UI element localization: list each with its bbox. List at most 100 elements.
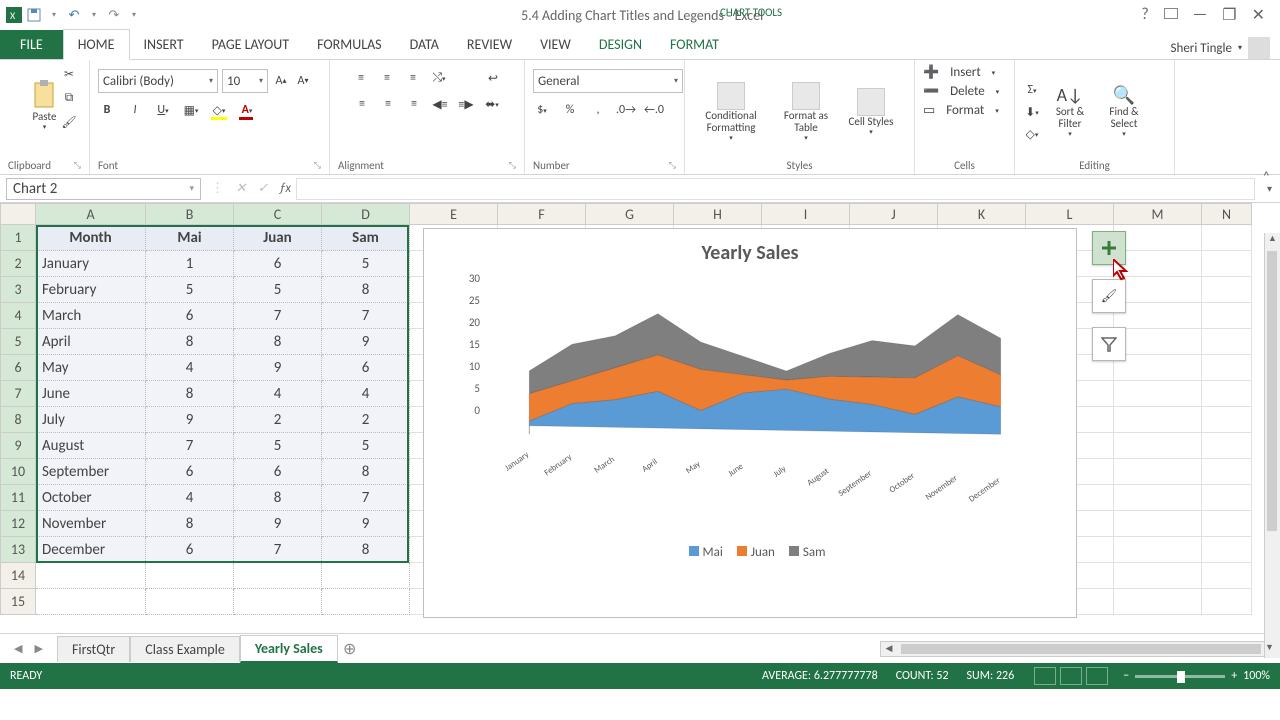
collapse-ribbon-icon[interactable]: ˄	[1262, 168, 1270, 185]
cell[interactable]	[1114, 277, 1202, 303]
cell[interactable]	[1114, 303, 1202, 329]
cell[interactable]	[1202, 537, 1252, 563]
cell[interactable]	[1114, 589, 1202, 615]
orientation-icon[interactable]: ⤭▾	[430, 69, 448, 87]
sheet-tab-yearly-sales[interactable]: Yearly Sales	[240, 635, 338, 663]
minimize-icon[interactable]: —	[1193, 5, 1207, 25]
cut-icon[interactable]: ✂	[60, 65, 78, 83]
enter-formula-icon[interactable]: ✓	[252, 181, 274, 196]
cell[interactable]: Sam	[322, 225, 410, 251]
cell[interactable]: February	[36, 277, 146, 303]
cell[interactable]: 5	[234, 277, 322, 303]
page-layout-view-icon[interactable]	[1060, 667, 1082, 685]
tab-view[interactable]: VIEW	[526, 30, 585, 59]
decrease-indent-icon[interactable]: ◀≡	[431, 95, 449, 113]
cell[interactable]: November	[36, 511, 146, 537]
sheet-nav-next-icon[interactable]: ▶	[34, 642, 42, 655]
cell[interactable]: 6	[146, 303, 234, 329]
cell[interactable]: 2	[322, 407, 410, 433]
cell[interactable]: September	[36, 459, 146, 485]
cell[interactable]	[1114, 433, 1202, 459]
chart-filters-button[interactable]	[1092, 327, 1126, 361]
cell[interactable]: 7	[234, 303, 322, 329]
cell[interactable]	[1114, 355, 1202, 381]
ribbon-display-icon[interactable]	[1164, 8, 1178, 19]
column-header[interactable]: G	[586, 203, 674, 225]
row-header[interactable]: 14	[0, 563, 36, 589]
cell[interactable]	[1114, 537, 1202, 563]
cell[interactable]	[1202, 511, 1252, 537]
clear-icon[interactable]: ◇▾	[1023, 125, 1041, 143]
cell[interactable]: 9	[146, 407, 234, 433]
tab-review[interactable]: REVIEW	[453, 30, 526, 59]
cell[interactable]: December	[36, 537, 146, 563]
fx-icon[interactable]: ƒx	[274, 181, 296, 196]
find-select-button[interactable]: 🔍Find & Select▾	[1099, 72, 1149, 152]
cell[interactable]: 8	[322, 277, 410, 303]
cell[interactable]	[1202, 381, 1252, 407]
avatar[interactable]	[1248, 37, 1270, 59]
cell[interactable]	[234, 589, 322, 615]
cell[interactable]: 8	[234, 485, 322, 511]
align-left-icon[interactable]: ≡	[353, 95, 371, 113]
tab-insert[interactable]: INSERT	[130, 30, 198, 59]
vertical-scrollbar[interactable]: ▲▼	[1264, 233, 1280, 658]
page-break-view-icon[interactable]	[1086, 667, 1108, 685]
cell[interactable]	[1202, 589, 1252, 615]
save-icon[interactable]	[25, 6, 43, 24]
row-header[interactable]: 8	[0, 407, 36, 433]
cell[interactable]: 7	[322, 303, 410, 329]
cell[interactable]	[1202, 563, 1252, 589]
chart-plot-area[interactable]: 302520151050 JanuaryFebruaryMarchAprilMa…	[484, 280, 1046, 520]
cell[interactable]	[1202, 433, 1252, 459]
help-icon[interactable]: ?	[1141, 5, 1148, 25]
tab-home[interactable]: HOME	[63, 29, 130, 60]
autosum-icon[interactable]: Σ▾	[1023, 81, 1041, 99]
percent-icon[interactable]: %	[561, 101, 579, 119]
column-header[interactable]: A	[36, 203, 146, 225]
undo-dropdown-icon[interactable]: ▾	[85, 6, 103, 24]
cell[interactable]: 8	[322, 459, 410, 485]
align-right-icon[interactable]: ≡	[405, 95, 423, 113]
cell[interactable]: 6	[146, 459, 234, 485]
align-bottom-icon[interactable]: ≡	[404, 69, 422, 87]
cell[interactable]: 7	[146, 433, 234, 459]
cell[interactable]: 5	[234, 433, 322, 459]
cell[interactable]: October	[36, 485, 146, 511]
cell[interactable]	[1114, 563, 1202, 589]
sheet-tab-firstqtr[interactable]: FirstQtr	[57, 636, 130, 662]
cell[interactable]	[1202, 303, 1252, 329]
font-name-combo[interactable]: Calibri (Body)▾	[98, 69, 218, 93]
column-header[interactable]: F	[498, 203, 586, 225]
sort-filter-button[interactable]: A↓Sort & Filter▾	[1045, 72, 1095, 152]
column-header[interactable]: H	[674, 203, 762, 225]
cell[interactable]: 8	[146, 329, 234, 355]
cell-styles-button[interactable]: Cell Styles▾	[843, 72, 899, 152]
row-header[interactable]: 15	[0, 589, 36, 615]
normal-view-icon[interactable]	[1034, 667, 1056, 685]
row-header[interactable]: 12	[0, 511, 36, 537]
column-header[interactable]: M	[1114, 203, 1202, 225]
row-header[interactable]: 4	[0, 303, 36, 329]
zoom-in-icon[interactable]: +	[1231, 669, 1237, 683]
format-cells-button[interactable]: ▭ Format ▾	[923, 103, 999, 118]
underline-button[interactable]: U▾	[154, 101, 172, 119]
font-color-icon[interactable]: A▾	[238, 101, 256, 119]
cell[interactable]	[1202, 277, 1252, 303]
tab-formulas[interactable]: FORMULAS	[303, 30, 396, 59]
row-header[interactable]: 5	[0, 329, 36, 355]
cell[interactable]	[1202, 329, 1252, 355]
cell[interactable]	[146, 563, 234, 589]
cell[interactable]	[234, 563, 322, 589]
horizontal-scrollbar[interactable]: ◀▶	[880, 641, 1280, 657]
wrap-text-icon[interactable]: ↩	[484, 69, 502, 87]
cancel-formula-icon[interactable]: ✕	[230, 181, 252, 196]
comma-icon[interactable]: ,	[589, 101, 607, 119]
qat-dropdown-icon[interactable]: ▾	[45, 6, 63, 24]
cell[interactable]	[1202, 225, 1252, 251]
cell[interactable]: 5	[146, 277, 234, 303]
row-header[interactable]: 6	[0, 355, 36, 381]
cell[interactable]: January	[36, 251, 146, 277]
number-format-combo[interactable]: General▾	[533, 69, 683, 93]
column-header[interactable]: I	[762, 203, 850, 225]
